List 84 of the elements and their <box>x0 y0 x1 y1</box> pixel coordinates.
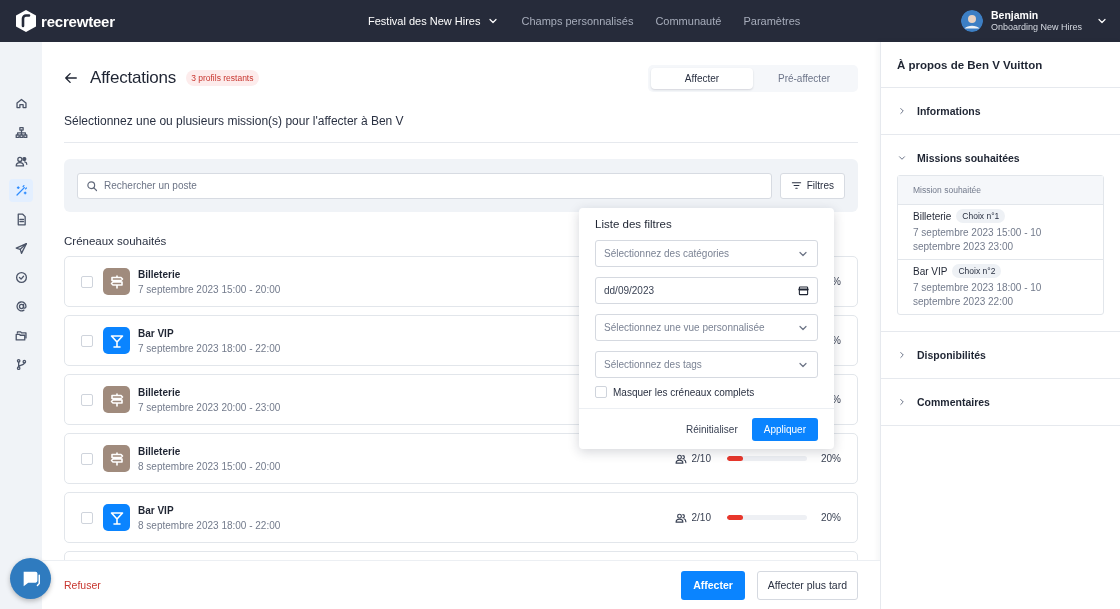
section-title: Créneaux souhaités <box>64 235 168 247</box>
tab[interactable]: Affecter <box>651 67 753 89</box>
signpost-icon <box>108 450 125 467</box>
accordion-header[interactable]: Commentaires <box>897 379 1104 425</box>
dropdown[interactable]: Sélectionnez des tags <box>595 351 818 378</box>
mission-name: Billeterie <box>138 445 181 457</box>
choice-tag: Choix n°1 <box>956 209 1006 223</box>
column-header: Mission souhaitée <box>898 176 1103 205</box>
assign-later-button[interactable]: Affecter plus tard <box>756 570 858 600</box>
signpost-icon <box>108 391 125 408</box>
check-circle-icon <box>14 271 28 284</box>
mission-dates: 7 septembre 2023 15:00 - 10 septembre 2023 23:00 <box>913 226 1043 254</box>
checkbox[interactable] <box>81 334 93 347</box>
home-icon <box>14 97 28 110</box>
nav-link[interactable]: Champs personnalisés <box>521 15 634 27</box>
choice-tag: Choix n°2 <box>952 264 1002 278</box>
mission-dates: 7 septembre 2023 18:00 - 10 septembre 2023 22:00 <box>913 281 1043 309</box>
chevron-right-icon <box>897 106 907 116</box>
accordion-header[interactable]: Disponibilités <box>897 332 1104 378</box>
logo-icon <box>15 9 37 33</box>
dropdown[interactable]: Sélectionnez des catégories <box>595 240 818 267</box>
chevron-down-icon <box>897 153 907 163</box>
mission-name: Bar VIP <box>138 327 174 339</box>
at-sign-icon <box>14 300 28 313</box>
signpost-icon <box>108 273 125 290</box>
folders-icon <box>14 329 28 342</box>
magic-wand-icon <box>14 184 28 197</box>
user-role: Onboarding New Hires <box>990 21 1082 33</box>
checkbox[interactable] <box>81 275 93 288</box>
calendar-icon <box>798 285 809 296</box>
mission-name: Billeterie <box>913 210 952 222</box>
mission-date: 7 septembre 2023 18:00 - 22:00 <box>138 342 281 354</box>
mission-date: 8 septembre 2023 15:00 - 20:00 <box>138 460 281 472</box>
panel-title: À propos de Ben V Vuitton <box>881 42 1120 88</box>
date-field[interactable]: dd/09/2023 <box>595 277 818 304</box>
chevron-right-icon <box>897 397 907 407</box>
event-menu[interactable]: Festival des New Hires <box>368 15 500 27</box>
filter-icon <box>790 180 802 191</box>
popup-title: Liste des filtres <box>595 218 673 230</box>
apply-button[interactable]: Appliquer <box>751 418 818 441</box>
checkbox[interactable] <box>81 452 93 465</box>
mission-name: Bar VIP <box>913 265 948 277</box>
fill-percent: 20% <box>821 453 841 464</box>
slot-card[interactable]: Bar VIP 8 septembre 2023 18:00 - 22:00 2/10 20% <box>64 492 858 543</box>
users-icon <box>674 452 687 465</box>
remaining-badge: 3 profils restants <box>186 70 259 86</box>
checkbox[interactable] <box>595 386 607 398</box>
mission-date: 7 septembre 2023 15:00 - 20:00 <box>138 283 281 295</box>
user-menu[interactable]: Benjamin Onboarding New Hires <box>960 9 1108 33</box>
send-icon <box>14 242 28 255</box>
page-title: Affectations <box>90 68 177 88</box>
user-name: Benjamin <box>990 9 1040 21</box>
users-icon <box>14 155 28 168</box>
sitemap-icon <box>14 126 28 139</box>
mission-name: Billeterie <box>138 386 181 398</box>
checkbox[interactable] <box>81 511 93 524</box>
back-arrow-icon <box>64 71 78 85</box>
participant-count: 2/10 <box>674 511 711 524</box>
mission-name: Bar VIP <box>138 504 174 516</box>
participant-count: 2/10 <box>674 452 711 465</box>
cocktail-glass-icon <box>108 332 125 349</box>
nav-link[interactable]: Paramètres <box>743 15 801 27</box>
mission-date: 7 septembre 2023 20:00 - 23:00 <box>138 401 281 413</box>
assign-button[interactable]: Affecter <box>681 570 745 600</box>
users-icon <box>674 511 687 524</box>
avatar-icon <box>960 10 983 32</box>
refuse-link[interactable]: Refuser <box>64 579 101 591</box>
tab[interactable]: Pré-affecter <box>753 67 855 89</box>
chevron-right-icon <box>897 350 907 360</box>
mission-name: Billeterie <box>138 268 181 280</box>
fill-percent: 20% <box>821 512 841 523</box>
checkbox-label: Masquer les créneaux complets <box>613 386 755 398</box>
mission-date: 8 septembre 2023 18:00 - 22:00 <box>138 519 281 531</box>
cocktail-glass-icon <box>108 509 125 526</box>
checkbox[interactable] <box>81 393 93 406</box>
search-icon <box>86 179 98 192</box>
logo-text: recrewteer <box>41 12 115 30</box>
nav-link[interactable]: Communauté <box>655 15 722 27</box>
filters-button[interactable]: Filtres <box>779 172 845 199</box>
accordion-header[interactable]: Informations <box>897 88 1104 134</box>
branch-icon <box>14 358 28 371</box>
dropdown[interactable]: Sélectionnez une vue personnalisée <box>595 314 818 341</box>
instruction-text: Sélectionnez une ou plusieurs mission(s) pour l'affecter à Ben V <box>64 114 405 128</box>
search-field[interactable]: Rechercher un poste <box>77 172 772 199</box>
